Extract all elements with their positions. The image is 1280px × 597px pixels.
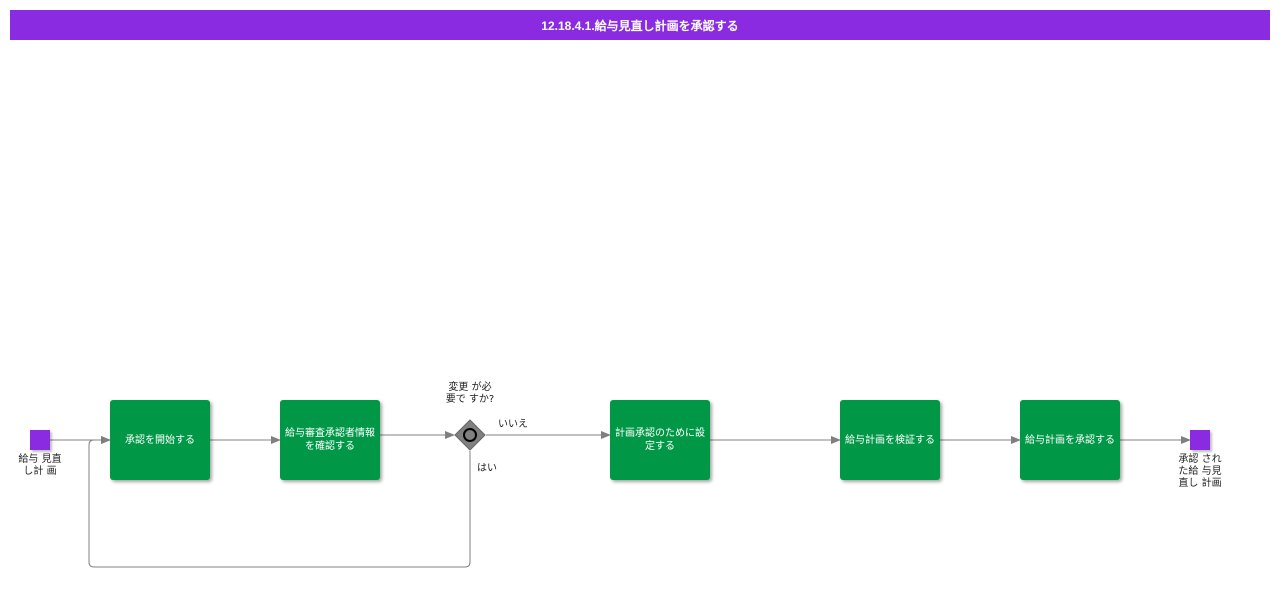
- connectors-layer: [50, 431, 1191, 568]
- end-event-label: 承認 され た給 与見 直し 計画: [1178, 454, 1222, 489]
- end-event[interactable]: [1190, 430, 1210, 450]
- start-event[interactable]: [30, 430, 50, 450]
- gateway-yes-label: はい: [477, 463, 497, 474]
- task-setup-for-approval[interactable]: 計画承認のために設定する: [610, 400, 710, 480]
- task-approve-plan[interactable]: 給与計画を承認する: [1020, 400, 1120, 480]
- task-check-approver-info[interactable]: 給与審査承認者情報を確認する: [280, 400, 380, 480]
- decision-gateway[interactable]: [454, 419, 486, 451]
- gateway-question-label: 変更 が必 要で すか?: [445, 382, 495, 405]
- gateway-no-label: いいえ: [498, 419, 528, 430]
- task-validate-plan[interactable]: 給与計画を検証する: [840, 400, 940, 480]
- task-start-approval[interactable]: 承認を開始する: [110, 400, 210, 480]
- start-event-label: 給与 見直 し計 画: [18, 454, 62, 477]
